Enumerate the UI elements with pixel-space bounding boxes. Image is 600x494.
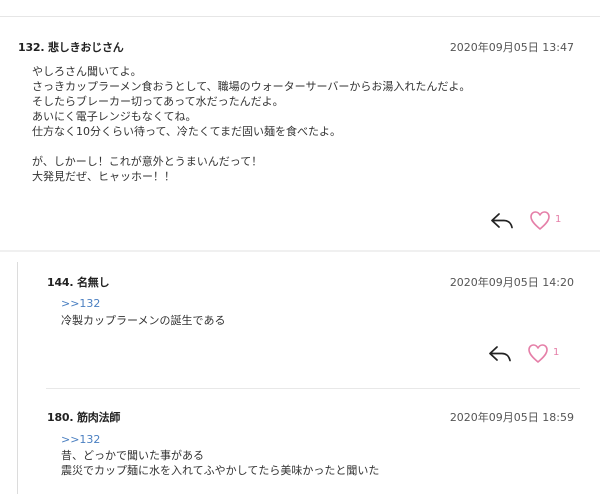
reply-author: 180. 筋肉法師 bbox=[47, 411, 121, 424]
comment-body: やしろさん聞いてよ。 さっきカップラーメン食おうとして、職場のウォーターサーバー… bbox=[32, 65, 471, 183]
reply-body: 昔、どっかで聞いた事がある 震災でカップ麺に水を入れてふやかしてたら美味かったと… bbox=[61, 449, 380, 477]
comment-132: 132. 悲しきおじさん 2020年09月05日 13:47 やしろさん聞いてよ… bbox=[0, 17, 600, 250]
reply-arrow-icon[interactable] bbox=[488, 344, 512, 364]
reply-author: 144. 名無し bbox=[47, 276, 110, 289]
section-separator bbox=[0, 250, 600, 252]
like-count: 1 bbox=[553, 347, 560, 358]
reply-anchor-link[interactable]: >>132 bbox=[61, 297, 100, 310]
reply-date: 2020年09月05日 18:59 bbox=[449, 411, 574, 424]
reply-144: 144. 名無し 2020年09月05日 14:20 >>132 冷製カップラー… bbox=[18, 262, 580, 387]
reply-actions: 1 bbox=[488, 343, 578, 365]
reply-header: 144. 名無し 2020年09月05日 14:20 bbox=[47, 274, 574, 290]
comment-actions: 1 bbox=[490, 210, 580, 232]
reply-header: 180. 筋肉法師 2020年09月05日 18:59 bbox=[47, 409, 574, 425]
like-count: 1 bbox=[555, 214, 562, 225]
reply-180: 180. 筋肉法師 2020年09月05日 18:59 >>132 昔、どっかで… bbox=[18, 389, 580, 494]
reply-arrow-icon[interactable] bbox=[490, 211, 514, 231]
comment-header: 132. 悲しきおじさん 2020年09月05日 13:47 bbox=[18, 39, 574, 55]
reply-body: 冷製カップラーメンの誕生である bbox=[61, 314, 226, 327]
comment-date: 2020年09月05日 13:47 bbox=[449, 41, 574, 54]
heart-icon[interactable] bbox=[527, 343, 549, 364]
comment-author: 132. 悲しきおじさん bbox=[18, 41, 124, 54]
reply-date: 2020年09月05日 14:20 bbox=[449, 276, 574, 289]
reply-anchor-link[interactable]: >>132 bbox=[61, 433, 100, 446]
heart-icon[interactable] bbox=[529, 210, 551, 231]
